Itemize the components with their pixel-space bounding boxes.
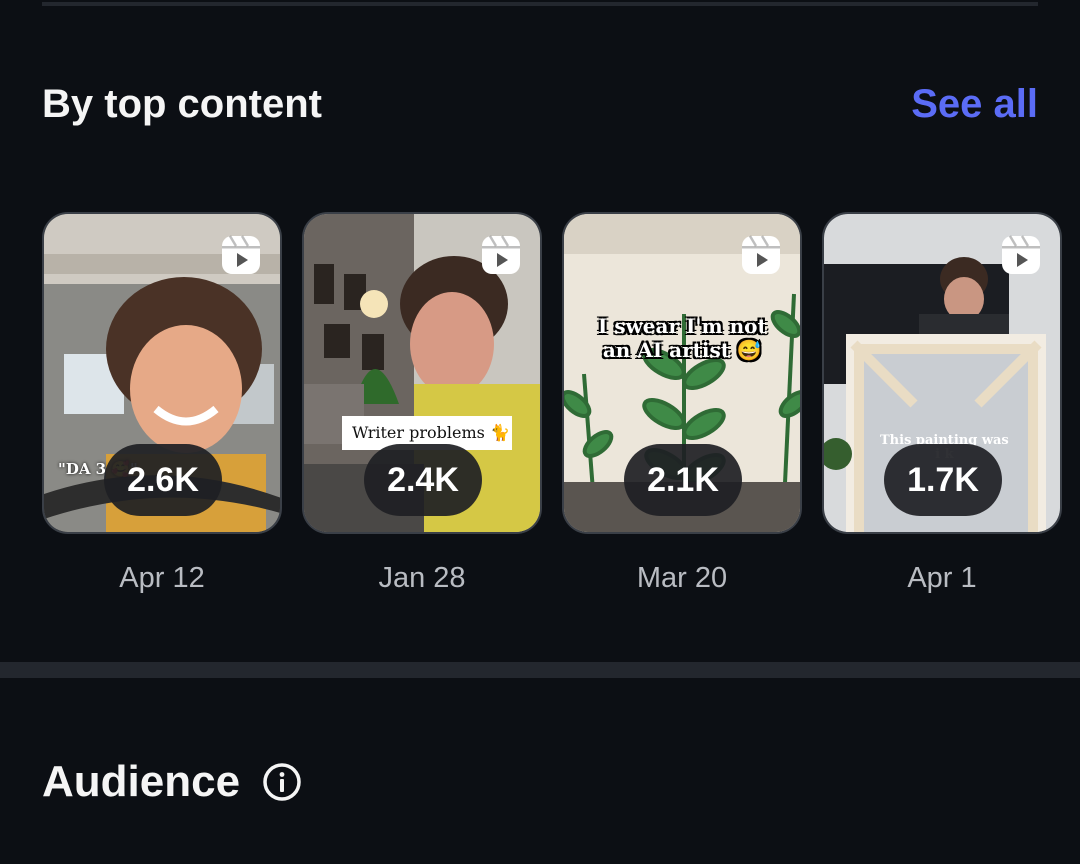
caption-line-1: I swear I'm not bbox=[598, 314, 767, 338]
content-card-4[interactable]: This painting was i k 1.7K Apr 1 bbox=[822, 212, 1062, 595]
view-count-badge: 1.7K bbox=[884, 444, 1002, 516]
content-thumbnail[interactable]: This painting was i k 1.7K bbox=[822, 212, 1062, 534]
thumbnail-caption: I swear I'm not an AI artist 😅 bbox=[598, 314, 767, 362]
audience-header: Audience bbox=[42, 752, 302, 812]
view-count-badge: 2.1K bbox=[624, 444, 742, 516]
thumbnail-caption: Writer problems 🐈 bbox=[352, 423, 510, 442]
caption-line-2: an AI artist 😅 bbox=[602, 338, 762, 362]
info-icon[interactable] bbox=[262, 762, 302, 802]
section-title: By top content bbox=[42, 82, 322, 126]
top-content-list: "DA 3 🥰" 2.6K Apr 12 Writer problems 🐈 2… bbox=[42, 212, 1072, 612]
content-thumbnail[interactable]: I swear I'm not an AI artist 😅 2.1K bbox=[562, 212, 802, 534]
post-date: Apr 12 bbox=[119, 562, 205, 594]
reel-icon bbox=[1002, 235, 1040, 274]
audience-title: Audience bbox=[42, 757, 241, 806]
reel-icon bbox=[742, 235, 780, 274]
content-card-1[interactable]: "DA 3 🥰" 2.6K Apr 12 bbox=[42, 212, 282, 595]
see-all-link[interactable]: See all bbox=[911, 82, 1038, 127]
content-card-3[interactable]: I swear I'm not an AI artist 😅 2.1K Mar … bbox=[562, 212, 802, 595]
view-count-badge: 2.6K bbox=[104, 444, 222, 516]
top-divider bbox=[42, 2, 1038, 6]
section-divider bbox=[0, 662, 1080, 678]
post-date: Mar 20 bbox=[636, 562, 728, 594]
reel-icon bbox=[222, 235, 260, 274]
content-thumbnail[interactable]: "DA 3 🥰" 2.6K bbox=[42, 212, 282, 534]
view-count-badge: 2.4K bbox=[364, 444, 482, 516]
content-card-2[interactable]: Writer problems 🐈 2.4K Jan 28 bbox=[302, 212, 542, 595]
content-thumbnail[interactable]: Writer problems 🐈 2.4K bbox=[302, 212, 542, 534]
reel-icon bbox=[482, 235, 520, 274]
post-date: Apr 1 bbox=[907, 562, 977, 594]
top-content-header: By top content See all bbox=[42, 82, 1038, 132]
post-date: Jan 28 bbox=[378, 562, 466, 594]
